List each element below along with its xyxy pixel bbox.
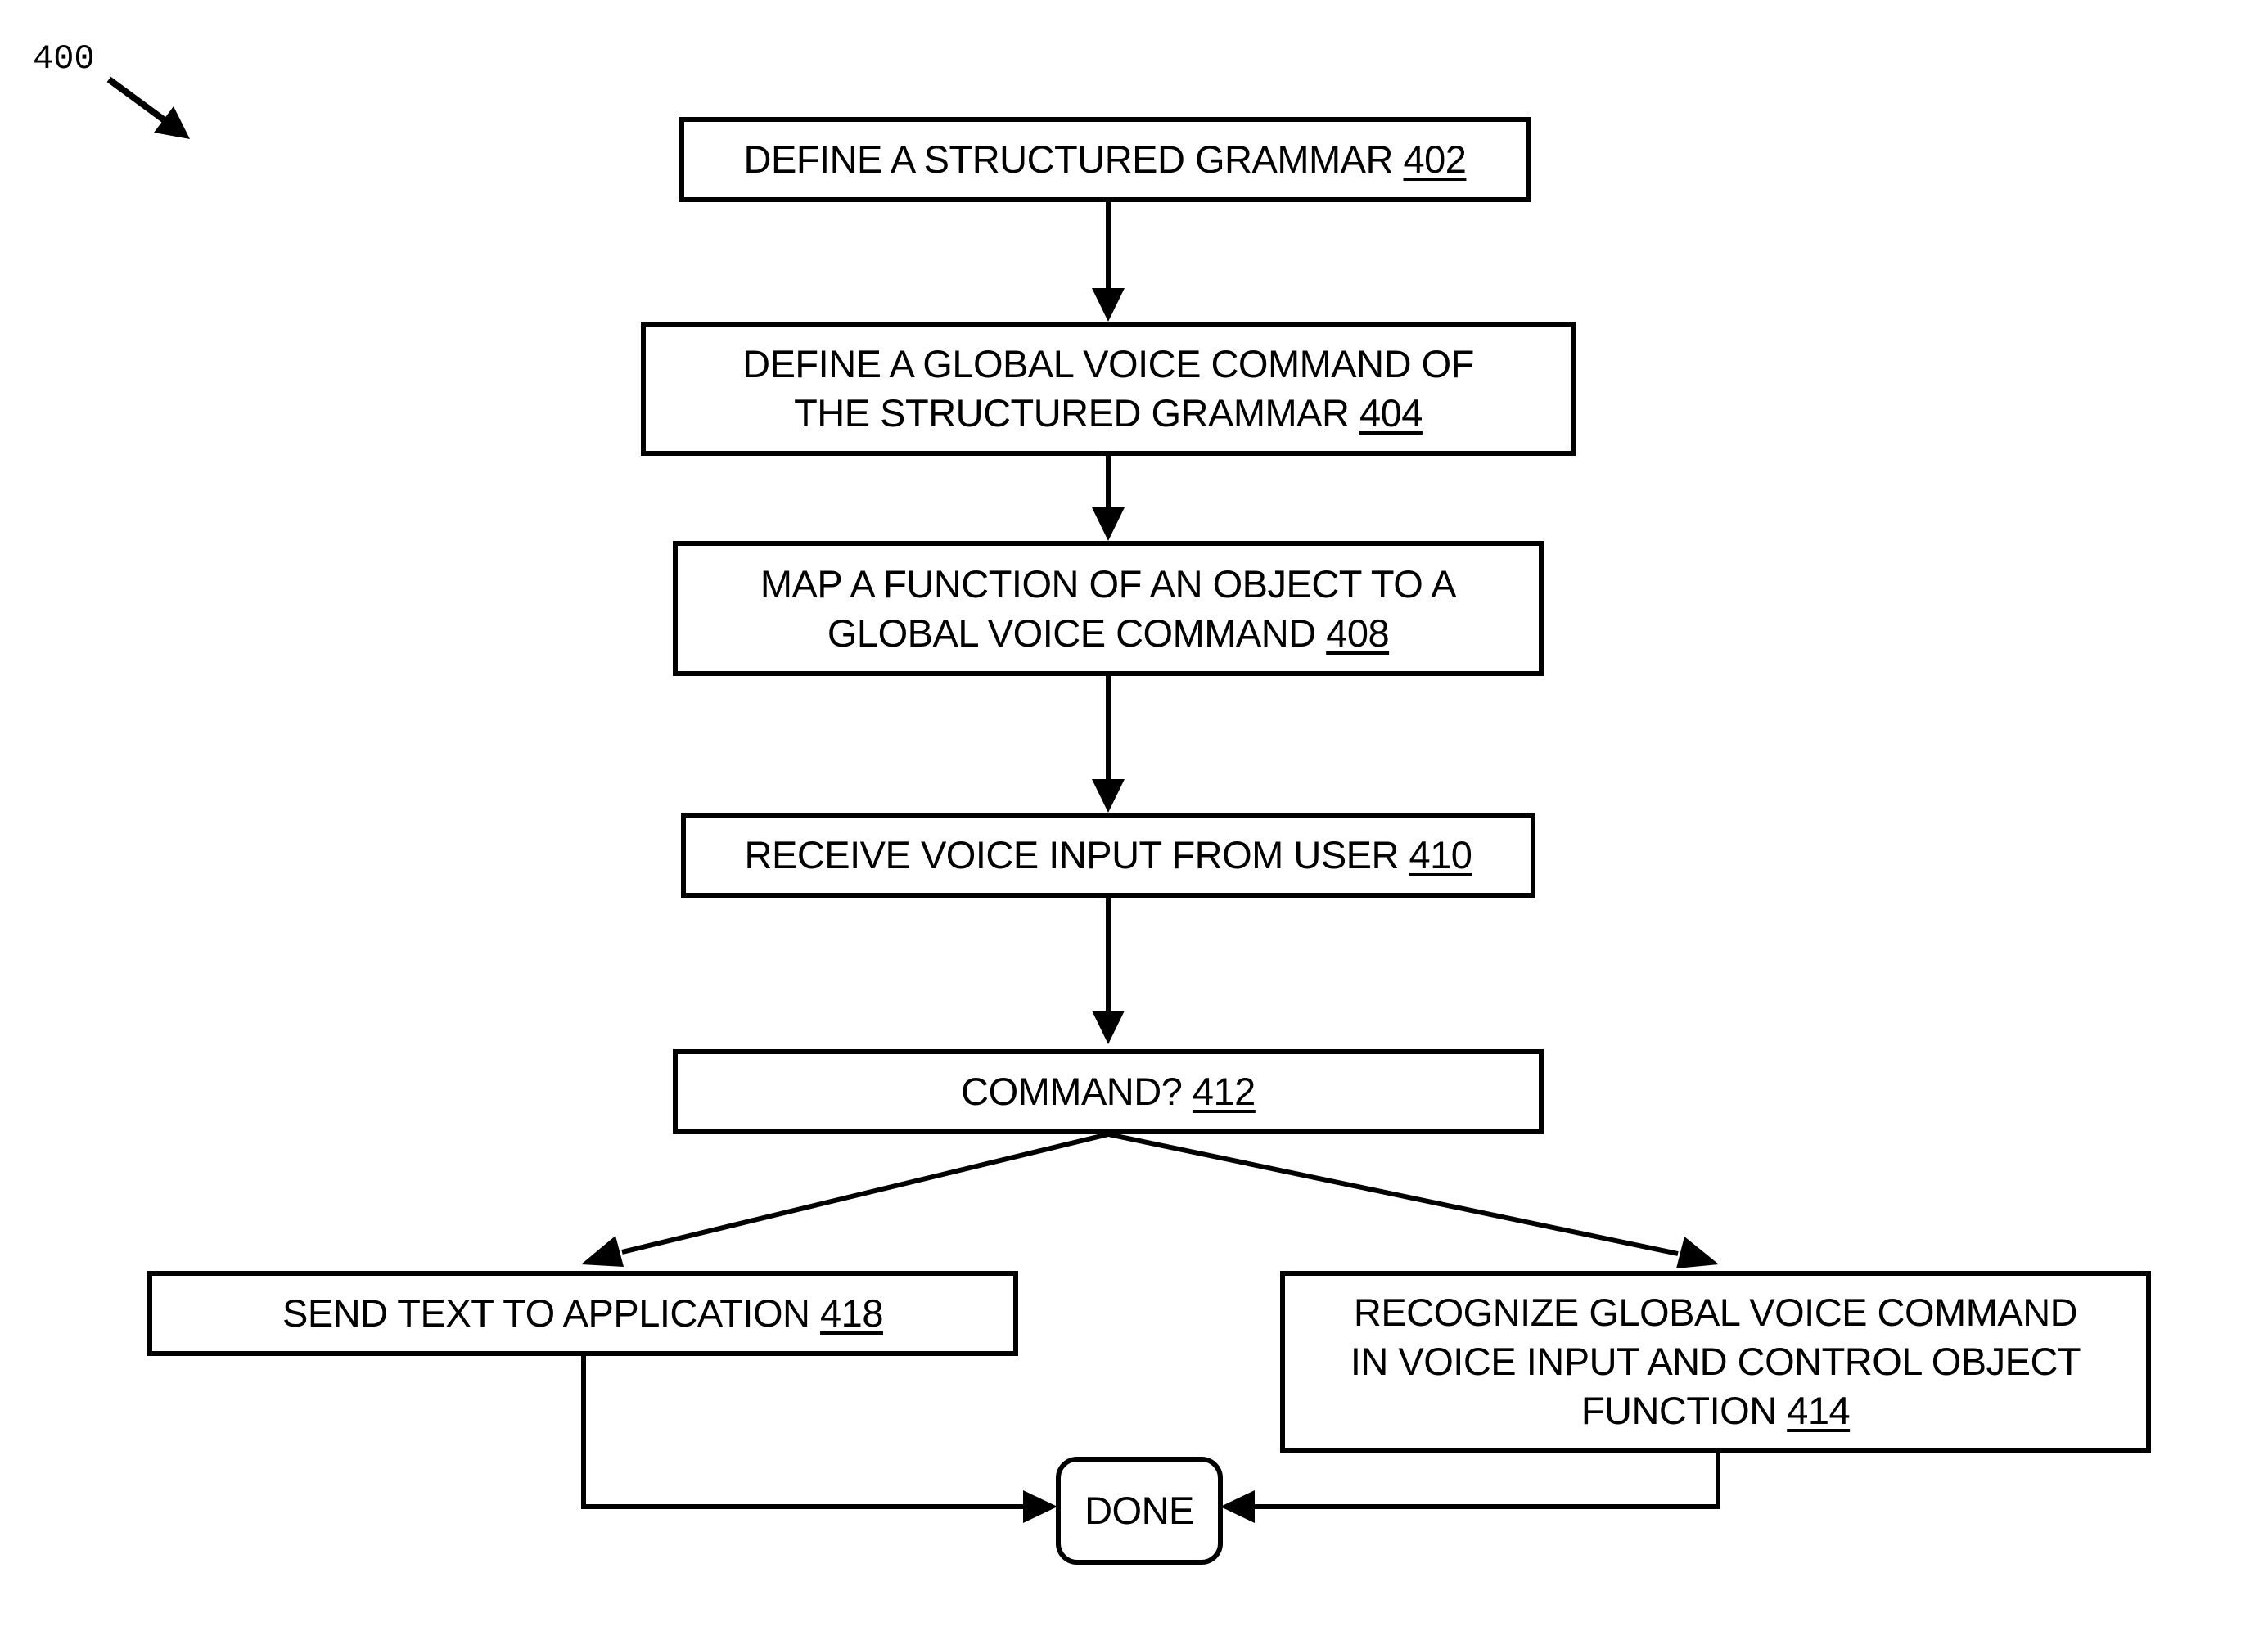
step-text: COMMAND? [961,1070,1183,1113]
step-text: DEFINE A STRUCTURED GRAMMAR [743,137,1394,181]
edge-412-418 [581,1132,1109,1267]
step-text: FUNCTION [1580,1389,1777,1432]
step-ref: 408 [1326,610,1390,655]
step-text: RECEIVE VOICE INPUT FROM USER [744,833,1400,876]
step-404-define-global-voice-command: DEFINE A GLOBAL VOICE COMMAND OF THE STR… [641,322,1576,456]
step-text: DEFINE A GLOBAL VOICE COMMAND OF [742,342,1474,385]
edge-418-done [581,1346,1057,1523]
step-text: IN VOICE INPUT AND CONTROL OBJECT [1350,1340,2081,1383]
edge-410-412 [1092,896,1125,1044]
terminal-done: DONE [1056,1457,1223,1565]
step-410-receive-voice-input: RECEIVE VOICE INPUT FROM USER 410 [681,813,1535,898]
step-414-recognize-and-control: RECOGNIZE GLOBAL VOICE COMMAND IN VOICE … [1280,1271,2151,1453]
step-ref: 404 [1359,391,1423,435]
step-ref: 410 [1409,833,1472,876]
step-text: RECOGNIZE GLOBAL VOICE COMMAND [1353,1291,2078,1334]
step-ref: 418 [820,1291,883,1335]
edge-408-410 [1092,674,1125,813]
step-408-map-function-to-command: MAP A FUNCTION OF AN OBJECT TO A GLOBAL … [673,541,1544,676]
step-ref: 414 [1787,1389,1851,1432]
step-402-define-structured-grammar: DEFINE A STRUCTURED GRAMMAR 402 [679,117,1531,202]
step-text: GLOBAL VOICE COMMAND [827,610,1316,655]
flowchart: 400 DEFINE A STRUCTURED GRAMMAR 402 DEFI… [0,0,2268,1649]
arrow-down-right-icon [106,76,190,139]
terminal-label: DONE [1084,1489,1194,1532]
step-ref: 402 [1403,137,1467,181]
step-text: MAP A FUNCTION OF AN OBJECT TO A [760,561,1457,606]
decision-412-command: COMMAND? 412 [673,1049,1544,1134]
step-text: SEND TEXT TO APPLICATION [282,1291,810,1335]
step-ref: 412 [1192,1070,1256,1113]
step-text: THE STRUCTURED GRAMMAR [794,391,1350,435]
edge-412-414 [1107,1132,1719,1268]
edge-404-408 [1092,454,1125,541]
edge-402-404 [1092,200,1125,322]
step-418-send-text-to-application: SEND TEXT TO APPLICATION 418 [147,1271,1018,1356]
edge-414-done [1220,1451,1720,1523]
